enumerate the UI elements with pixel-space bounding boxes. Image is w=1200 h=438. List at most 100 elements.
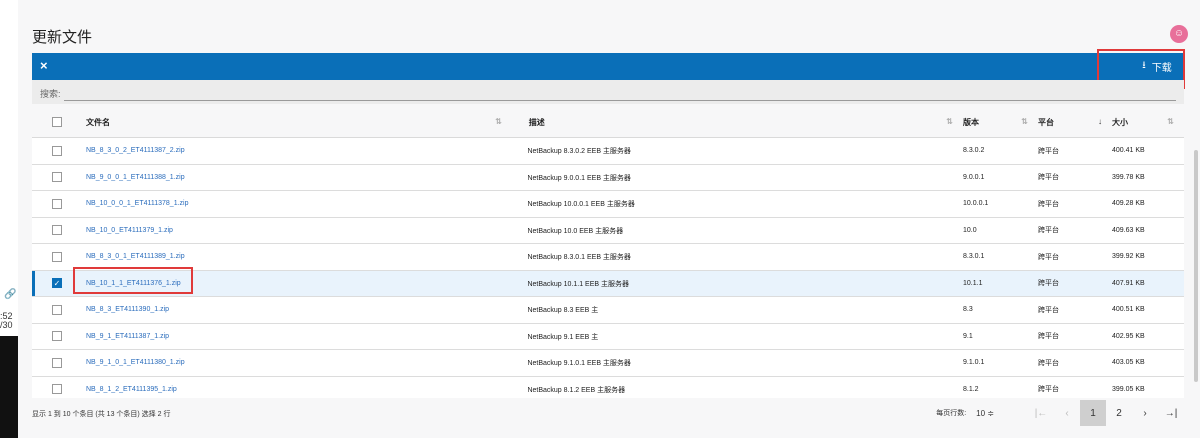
size-cell: 409.63 KB <box>1112 217 1184 244</box>
row-checkbox[interactable] <box>52 304 62 315</box>
prev-page-icon[interactable]: ‹ <box>1054 400 1080 426</box>
size-cell: 399.92 KB <box>1112 243 1184 271</box>
first-page-icon[interactable]: |← <box>1028 400 1054 426</box>
last-page-icon[interactable]: →| <box>1158 400 1184 426</box>
search-bar: 搜索: <box>32 80 1184 104</box>
sort-icon[interactable]: ⇅ <box>495 117 502 126</box>
filename-cell: NB_9_0_0_1_ET4111388_1.zip <box>80 164 512 191</box>
size-cell: 409.28 KB <box>1112 190 1184 218</box>
link-icon: 🔗 <box>4 289 17 300</box>
filename-link[interactable]: NB_8_1_2_ET4111395_1.zip <box>86 386 177 393</box>
rows-per-page-label: 每页行数: <box>936 410 967 417</box>
description-cell: 📦︎NetBackup 10.0.0.1 EEB 主服务器 <box>512 190 963 218</box>
filename-link[interactable]: NB_8_3_0_1_ET4111389_1.zip <box>86 253 185 260</box>
scrollbar[interactable] <box>1194 150 1198 382</box>
filename-link[interactable]: NB_9_0_0_1_ET4111388_1.zip <box>86 174 185 181</box>
left-edge-strip: 🔗 :52 /30 <box>0 0 18 438</box>
row-select-cell <box>32 323 80 350</box>
pagination: 每页行数: 10 ≑ |← ‹ 1 2 › →| <box>936 398 1184 428</box>
row-select-cell <box>32 190 80 218</box>
sort-icon[interactable]: ⇅ <box>946 117 953 126</box>
filename-cell: NB_10_0_ET4111379_1.zip <box>80 217 512 244</box>
filename-link[interactable]: NB_10_0_ET4111379_1.zip <box>86 227 173 234</box>
search-input[interactable] <box>64 100 1176 101</box>
filename-link[interactable]: NB_9_1_ET4111387_1.zip <box>86 333 169 340</box>
row-select-cell <box>32 217 80 244</box>
page-button-2[interactable]: 2 <box>1106 400 1132 426</box>
table-row[interactable]: NB_8_3_0_1_ET4111389_1.zip 📦︎NetBackup 8.… <box>32 243 1184 271</box>
row-checkbox[interactable]: ✓ <box>52 278 62 289</box>
row-select-cell <box>32 164 80 191</box>
description-text: NetBackup 9.0.0.1 EEB 主服务器 <box>527 174 631 182</box>
row-checkbox[interactable] <box>52 251 62 262</box>
sort-icon[interactable]: ⇅ <box>1167 117 1174 126</box>
description-cell: 📦︎NetBackup 10.1.1 EEB 主服务器 <box>512 270 963 297</box>
select-all-checkbox[interactable] <box>52 117 62 127</box>
row-checkbox[interactable] <box>52 331 62 342</box>
filename-link[interactable]: NB_10_0_0_1_ET4111378_1.zip <box>86 200 189 207</box>
selection-toolbar: × ⭳ 下载 <box>32 53 1184 80</box>
header-description[interactable]: ⇅描述⇅ <box>512 107 963 138</box>
table-row[interactable]: ✓NB_10_1_1_ET4111376_1.zip📦︎NetBackup 10… <box>32 270 1184 297</box>
table-row[interactable]: NB_8_3_0_2_ET4111387_2.zip 📦︎NetBackup 8.… <box>32 137 1184 165</box>
table-row[interactable]: NB_8_3_ET4111390_1.zip 📦︎NetBackup 8.3 EE… <box>32 296 1184 324</box>
search-label: 搜索: <box>40 89 61 99</box>
table-row[interactable]: NB_9_0_0_1_ET4111388_1.zip 📦︎NetBackup 9.… <box>32 164 1184 191</box>
table-row[interactable]: NB_9_1_0_1_ET4111380_1.zip 📦︎NetBackup 9.… <box>32 349 1184 377</box>
header-size[interactable]: 大小 ⇅ <box>1112 107 1184 138</box>
description-text: NetBackup 8.3.0.2 EEB 主服务器 <box>527 148 631 156</box>
header-platform-label: 平台 <box>1038 117 1054 127</box>
version-cell: 9.0.0.1 <box>963 164 1038 191</box>
description-text: NetBackup 8.3 EEB 主 <box>527 307 599 315</box>
description-text: NetBackup 9.1.0.1 EEB 主服务器 <box>527 360 631 368</box>
description-cell: 📦︎NetBackup 8.3.0.2 EEB 主服务器 <box>512 137 963 165</box>
page-button-1[interactable]: 1 <box>1080 400 1106 426</box>
description-text: NetBackup 10.0 EEB 主服务器 <box>527 227 624 235</box>
filename-link[interactable]: NB_8_3_ET4111390_1.zip <box>86 306 169 313</box>
description-text: NetBackup 10.0.0.1 EEB 主服务器 <box>527 201 635 209</box>
filename-link[interactable]: NB_8_3_0_2_ET4111387_2.zip <box>86 147 185 154</box>
platform-cell: 跨平台 <box>1038 270 1112 297</box>
version-cell: 8.3.0.2 <box>963 137 1038 165</box>
version-cell: 8.3 <box>963 296 1038 324</box>
row-checkbox[interactable] <box>52 198 62 209</box>
header-filename-label: 文件名 <box>86 117 110 127</box>
footer-info: 显示 1 到 10 个条目 (共 13 个条目) 选择 2 行 <box>32 411 171 418</box>
table-row[interactable]: NB_10_0_ET4111379_1.zip 📦︎NetBackup 10.0 … <box>32 217 1184 244</box>
row-checkbox[interactable] <box>52 357 62 368</box>
row-select-cell <box>32 296 80 324</box>
row-checkbox[interactable] <box>52 384 62 395</box>
header-filename[interactable]: 文件名 ⇅ <box>80 107 512 138</box>
select-all-cell <box>32 107 80 138</box>
files-table: 文件名 ⇅ ⇅ 描述 ⇅ 版本 ⇅ 平台 ↓ 大小 ⇅ NB_8_3_0_2_ET41113… <box>32 107 1184 403</box>
header-platform[interactable]: 平台 ↓ <box>1038 107 1112 138</box>
close-icon[interactable]: × <box>40 58 48 73</box>
avatar[interactable]: ☺ <box>1170 25 1188 43</box>
next-page-icon[interactable]: › <box>1132 400 1158 426</box>
clock-text-2: /30 <box>0 320 13 330</box>
table-row[interactable]: NB_9_1_ET4111387_1.zip 📦︎NetBackup 9.1 EE… <box>32 323 1184 350</box>
header-version[interactable]: 版本 ⇅ <box>963 107 1038 138</box>
version-cell: 10.0 <box>963 217 1038 244</box>
filename-cell: NB_9_1_0_1_ET4111380_1.zip <box>80 349 512 377</box>
filename-cell: NB_8_3_ET4111390_1.zip <box>80 296 512 324</box>
sort-desc-icon[interactable]: ↓ <box>1098 117 1102 126</box>
row-checkbox[interactable] <box>52 172 62 183</box>
row-checkbox[interactable] <box>52 145 62 156</box>
version-cell: 10.1.1 <box>963 270 1038 297</box>
row-checkbox[interactable] <box>52 225 62 236</box>
rows-per-page-select[interactable]: 10 ≑ <box>976 409 994 418</box>
filename-link[interactable]: NB_9_1_0_1_ET4111380_1.zip <box>86 359 185 366</box>
platform-cell: 跨平台 <box>1038 243 1112 271</box>
version-cell: 9.1.0.1 <box>963 349 1038 377</box>
description-cell: 📦︎NetBackup 9.1.0.1 EEB 主服务器 <box>512 349 963 377</box>
sort-icon[interactable]: ⇅ <box>1021 117 1028 126</box>
table-row[interactable]: NB_10_0_0_1_ET4111378_1.zip 📦︎NetBackup 1… <box>32 190 1184 218</box>
version-cell: 10.0.0.1 <box>963 190 1038 218</box>
page: 🔗 :52 /30 更新文件 ☺ × ⭳ 下载 搜索: 文件名 ⇅ 描述 ⇅ 版… <box>0 0 1200 438</box>
size-cell: 402.95 KB <box>1112 323 1184 350</box>
size-cell: 407.91 KB <box>1112 270 1184 297</box>
description-cell: 📦︎NetBackup 8.3 EEB 主 <box>512 296 963 324</box>
version-cell: 9.1 <box>963 323 1038 350</box>
platform-cell: 跨平台 <box>1038 217 1112 244</box>
